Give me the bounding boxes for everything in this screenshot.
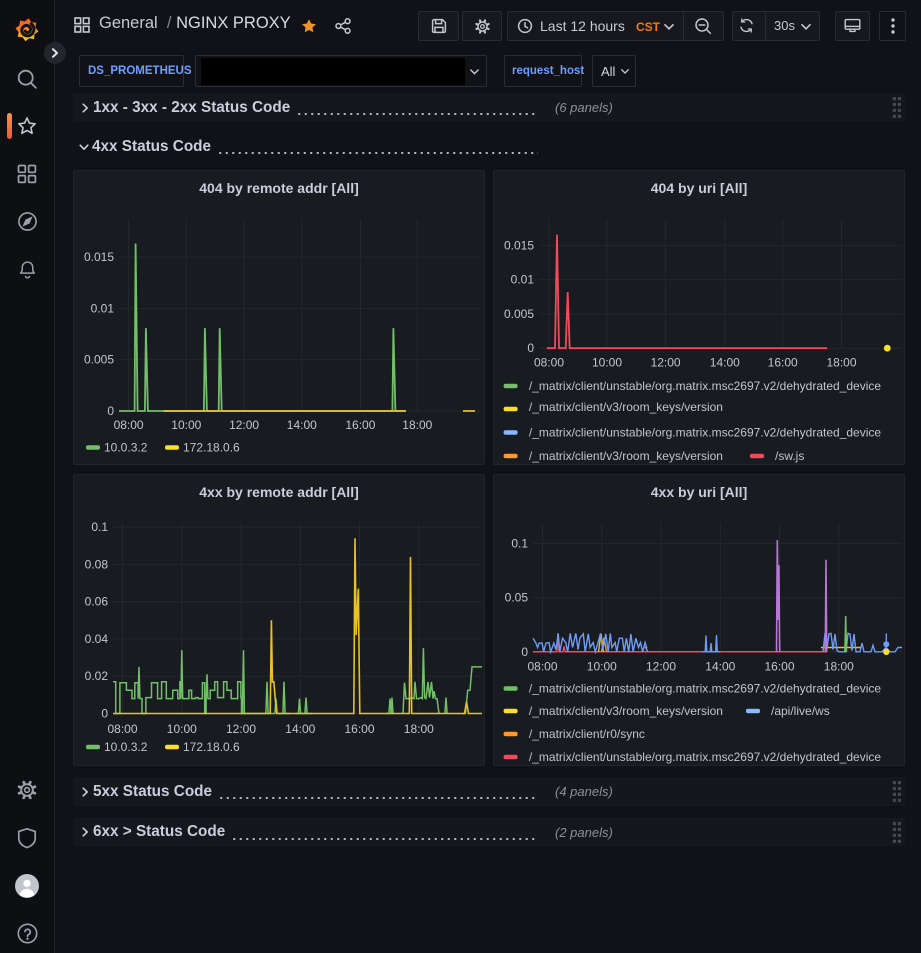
svg-text:14:00: 14:00 [285,722,315,736]
svg-text:0.01: 0.01 [91,301,115,315]
svg-text:/api/live/ws: /api/live/ws [771,704,830,718]
svg-text:/_matrix/client/unstable/org.m: /_matrix/client/unstable/org.matrix.msc2… [529,379,882,393]
svg-text:18:00: 18:00 [404,722,434,736]
svg-text:0: 0 [527,341,534,355]
svg-text:14:00: 14:00 [710,356,740,370]
svg-text:0: 0 [101,707,108,721]
svg-text:14:00: 14:00 [287,418,317,432]
svg-text:10:00: 10:00 [171,418,201,432]
svg-text:0.01: 0.01 [511,273,535,287]
svg-text:0.02: 0.02 [85,669,109,683]
svg-text:172.18.0.6: 172.18.0.6 [183,441,240,455]
svg-text:0.005: 0.005 [84,353,114,367]
svg-text:12:00: 12:00 [646,660,676,674]
svg-text:10:00: 10:00 [167,722,197,736]
svg-text:/_matrix/client/v3/room_keys/v: /_matrix/client/v3/room_keys/version [529,400,723,414]
svg-text:18:00: 18:00 [402,418,432,432]
svg-text:12:00: 12:00 [226,722,256,736]
svg-text:16:00: 16:00 [764,660,794,674]
svg-text:18:00: 18:00 [824,660,854,674]
svg-text:18:00: 18:00 [826,356,856,370]
svg-text:/sw.js: /sw.js [775,449,804,463]
svg-text:16:00: 16:00 [768,356,798,370]
svg-text:12:00: 12:00 [229,418,259,432]
svg-text:08:00: 08:00 [107,722,137,736]
svg-text:0.08: 0.08 [85,557,109,571]
svg-text:16:00: 16:00 [344,722,374,736]
svg-text:12:00: 12:00 [651,356,681,370]
svg-text:0.05: 0.05 [505,591,529,605]
svg-text:/_matrix/client/unstable/org.m: /_matrix/client/unstable/org.matrix.msc2… [529,750,882,764]
svg-text:0.015: 0.015 [84,250,114,264]
svg-text:/_matrix/client/v3/room_keys/v: /_matrix/client/v3/room_keys/version [529,449,723,463]
svg-text:0.015: 0.015 [504,238,534,252]
svg-text:0.1: 0.1 [91,520,108,534]
svg-text:0.1: 0.1 [511,536,528,550]
svg-text:10.0.3.2: 10.0.3.2 [104,441,148,455]
svg-text:/_matrix/client/r0/sync: /_matrix/client/r0/sync [529,727,645,741]
svg-text:0.005: 0.005 [504,307,534,321]
svg-text:172.18.0.6: 172.18.0.6 [183,740,240,754]
svg-text:16:00: 16:00 [345,418,375,432]
svg-text:14:00: 14:00 [705,660,735,674]
svg-text:0.06: 0.06 [85,595,109,609]
svg-text:0: 0 [107,404,114,418]
svg-text:08:00: 08:00 [114,418,144,432]
svg-text:/_matrix/client/unstable/org.m: /_matrix/client/unstable/org.matrix.msc2… [529,682,882,696]
svg-text:0.04: 0.04 [85,632,109,646]
svg-text:08:00: 08:00 [527,660,557,674]
svg-text:10:00: 10:00 [592,356,622,370]
svg-text:10.0.3.2: 10.0.3.2 [104,740,148,754]
svg-text:/_matrix/client/unstable/org.m: /_matrix/client/unstable/org.matrix.msc2… [529,426,882,440]
svg-text:0: 0 [521,645,528,659]
svg-text:/_matrix/client/v3/room_keys/v: /_matrix/client/v3/room_keys/version [529,704,723,718]
svg-text:08:00: 08:00 [534,356,564,370]
svg-text:10:00: 10:00 [587,660,617,674]
